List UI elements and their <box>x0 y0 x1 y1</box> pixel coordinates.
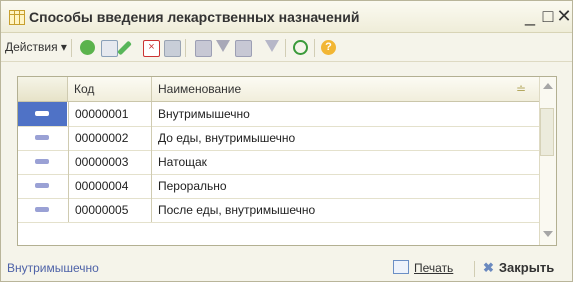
refresh-icon[interactable] <box>293 40 308 55</box>
close-label: Закрыть <box>498 260 555 275</box>
name-cell: Натощак <box>158 155 207 169</box>
code-cell: 00000004 <box>68 174 152 198</box>
vertical-scrollbar[interactable] <box>539 77 556 245</box>
row-indicator <box>18 198 67 222</box>
status-bar: Внутримышечно Печать ✖ Закрыть <box>1 253 572 281</box>
help-icon[interactable]: ? <box>321 40 336 55</box>
row-indicator <box>18 126 67 150</box>
filter-clear-icon[interactable] <box>265 40 279 52</box>
row-indicator <box>18 102 67 126</box>
close-form-button[interactable]: ✖ Закрыть <box>483 260 554 276</box>
copy-icon[interactable] <box>101 40 118 57</box>
row-marker-icon <box>35 135 49 140</box>
scroll-down-icon[interactable] <box>543 231 553 237</box>
table-row[interactable]: 00000001 Внутримышечно <box>18 102 556 127</box>
dialog-window: Способы введения лекарственных назначени… <box>0 0 573 282</box>
actions-menu[interactable]: Действия ▾ <box>5 38 70 56</box>
name-cell: До еды, внутримышечно <box>158 131 296 145</box>
code-cell: 00000002 <box>68 126 152 150</box>
row-marker-icon <box>35 159 49 164</box>
selected-item-text: Внутримышечно <box>7 261 99 275</box>
close-icon: ✖ <box>483 260 494 275</box>
status-separator <box>474 261 475 277</box>
name-cell: Перорально <box>158 179 227 193</box>
toolbar-separator <box>285 39 286 57</box>
column-header-code[interactable]: Код <box>68 77 152 101</box>
scroll-up-icon[interactable] <box>543 83 553 89</box>
header-indicator <box>18 77 68 101</box>
toolbar-separator <box>185 39 186 57</box>
toolbar-separator <box>71 39 72 57</box>
print-label: Печать <box>414 261 454 275</box>
table-row[interactable]: 00000004 Перорально <box>18 174 556 199</box>
row-marker-icon <box>35 111 49 116</box>
row-marker-icon <box>35 207 49 212</box>
code-cell: 00000005 <box>68 198 152 222</box>
row-indicator <box>18 150 67 174</box>
scrollbar-thumb[interactable] <box>540 108 554 156</box>
print-button[interactable]: Печать <box>393 260 453 275</box>
row-marker-icon <box>35 183 49 188</box>
table-icon <box>9 10 25 25</box>
table-row[interactable]: 00000003 Натощак <box>18 150 556 175</box>
code-cell: 00000001 <box>68 102 152 126</box>
close-button[interactable]: ✕ <box>555 6 573 26</box>
save-icon[interactable] <box>164 40 181 57</box>
table-row[interactable]: 00000005 После еды, внутримышечно <box>18 198 556 223</box>
name-cell: Внутримышечно <box>158 107 250 121</box>
code-cell: 00000003 <box>68 150 152 174</box>
column-header-name[interactable]: Наименование <box>152 77 540 101</box>
table-row[interactable]: 00000002 До еды, внутримышечно <box>18 126 556 151</box>
actions-label: Действия <box>5 40 58 54</box>
filter-set-icon[interactable] <box>195 40 212 57</box>
row-indicator <box>18 174 67 198</box>
toolbar-separator <box>314 39 315 57</box>
edit-icon[interactable] <box>117 40 132 56</box>
minimize-button[interactable]: _ <box>521 6 539 26</box>
table-header: Код Наименование ≐ <box>18 77 556 102</box>
name-cell: После еды, внутримышечно <box>158 203 316 217</box>
data-table: Код Наименование ≐ 00000001 Внутримышечн… <box>17 76 557 246</box>
delete-icon[interactable]: × <box>143 40 160 57</box>
window-title: Способы введения лекарственных назначени… <box>29 9 360 25</box>
add-icon[interactable] <box>80 40 95 55</box>
print-icon <box>393 260 409 274</box>
chevron-down-icon: ▾ <box>60 40 67 54</box>
filter-icon[interactable] <box>216 40 230 52</box>
filter-dropdown-icon[interactable] <box>235 40 252 57</box>
title-bar: Способы введения лекарственных назначени… <box>1 1 572 33</box>
sort-icon: ≐ <box>516 82 527 96</box>
toolbar: Действия ▾ × ? <box>1 33 572 62</box>
